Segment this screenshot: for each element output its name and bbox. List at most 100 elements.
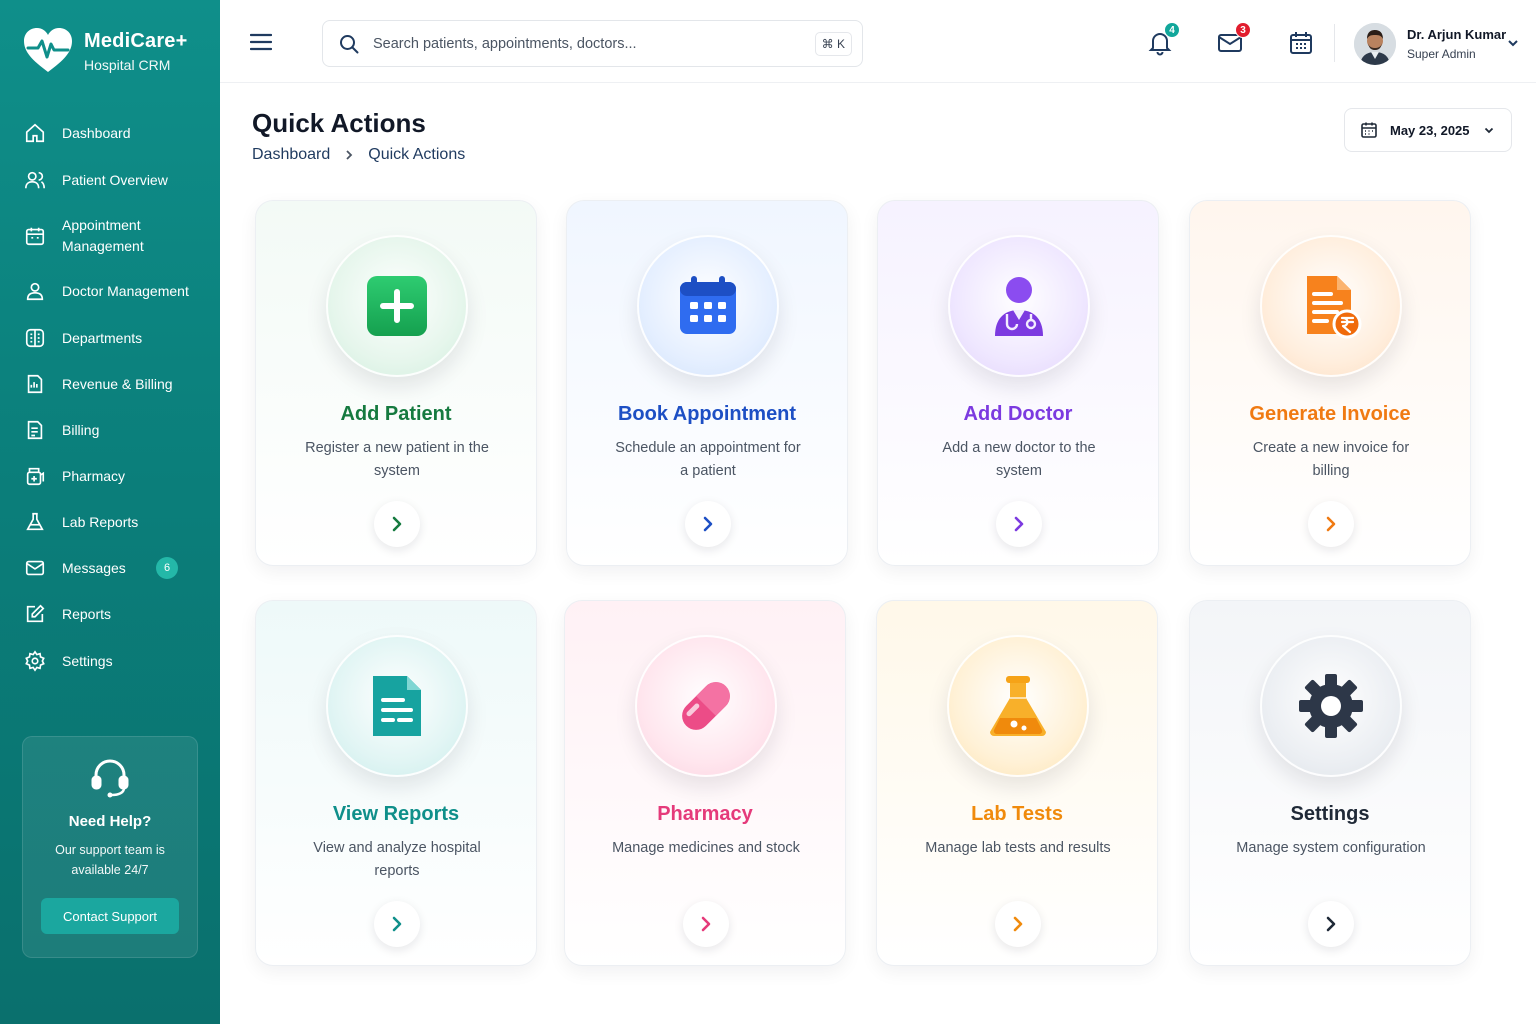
view-reports-arrow-button[interactable] (374, 901, 420, 947)
breadcrumb-current: Quick Actions (368, 146, 466, 163)
topbar-divider (1334, 24, 1335, 62)
headset-icon (91, 759, 129, 798)
document-icon (373, 676, 421, 736)
generate-invoice-card[interactable]: Generate Invoice Create a new invoice fo… (1189, 200, 1471, 566)
help-panel: Need Help? Our support team is available… (22, 736, 198, 958)
book-appointment-card[interactable]: Book Appointment Schedule an appointment… (566, 200, 848, 566)
flask-icon (26, 512, 44, 531)
avatar[interactable] (1354, 23, 1396, 65)
heart-pulse-icon (24, 28, 72, 72)
chevron-right-icon (1326, 916, 1336, 932)
sidebar-item-lab-reports[interactable]: Lab Reports (0, 511, 220, 533)
sidebar-item-billing[interactable]: Billing (0, 419, 220, 441)
card-title: View Reports (332, 803, 460, 825)
chevron-right-icon (1326, 516, 1336, 532)
chevron-right-icon (392, 916, 402, 932)
search-input[interactable] (373, 35, 793, 52)
page-title: Quick Actions (252, 108, 426, 138)
calendar-icon[interactable] (1288, 30, 1314, 56)
search-bar: ⌘ K (322, 20, 863, 67)
generate-invoice-arrow-button[interactable] (1308, 501, 1354, 547)
breadcrumb-dashboard-link[interactable]: Dashboard (252, 146, 330, 164)
calendar-icon (1361, 122, 1377, 138)
lab-tests-card[interactable]: Lab Tests Manage lab tests and results (876, 600, 1158, 966)
card-description: Manage medicines and stock (612, 840, 800, 856)
sidebar-item-settings[interactable]: Settings (0, 650, 220, 672)
invoice-icon (27, 420, 43, 440)
sidebar-item-revenue-billing[interactable]: Revenue & Billing (0, 373, 220, 395)
chevron-right-icon (1013, 916, 1023, 932)
calendar-icon (680, 276, 736, 334)
sidebar-item-patient-overview[interactable]: Patient Overview (0, 169, 220, 191)
user-role: Super Admin (1407, 47, 1476, 61)
add-patient-arrow-button[interactable] (374, 501, 420, 547)
chevron-down-icon[interactable] (1506, 36, 1520, 50)
sidebar-item-messages[interactable]: Messages 6 (0, 557, 220, 579)
help-title: Need Help? (68, 813, 152, 830)
card-title: Add Patient (340, 403, 452, 425)
pharmacy-arrow-button[interactable] (683, 901, 729, 947)
help-text: Our support team is available 24/7 (55, 843, 165, 877)
card-description: Schedule an appointment for a patient (615, 440, 801, 479)
card-description: View and analyze hospital reports (313, 840, 481, 879)
receipt-icon (27, 374, 43, 394)
book-appointment-arrow-button[interactable] (685, 501, 731, 547)
sidebar-item-label: Doctor Management (62, 282, 189, 299)
user-icon (26, 282, 44, 301)
view-reports-card[interactable]: View Reports View and analyze hospital r… (255, 600, 537, 966)
sidebar-item-label: Lab Reports (62, 513, 139, 530)
pharmacy-icon-circle (635, 635, 777, 777)
sidebar-item-departments[interactable]: Departments (0, 327, 220, 349)
brand-subtitle: Hospital CRM (84, 56, 171, 73)
settings-card[interactable]: Settings Manage system configuration (1189, 600, 1471, 966)
pill-icon (682, 682, 730, 730)
card-title: Book Appointment (617, 403, 797, 425)
building-icon (25, 328, 45, 348)
brand-name: MediCare+ (84, 29, 188, 52)
sidebar-item-doctor-management[interactable]: Doctor Management (0, 280, 220, 302)
users-icon (25, 171, 45, 189)
sidebar-item-label: Revenue & Billing (62, 375, 173, 392)
card-description: Register a new patient in the system (305, 440, 489, 479)
search-shortcut-hint: ⌘ K (814, 32, 852, 56)
sidebar-item-dashboard[interactable]: Dashboard (0, 122, 220, 144)
add-patient-card[interactable]: Add Patient Register a new patient in th… (255, 200, 537, 566)
selected-date: May 23, 2025 (1390, 122, 1470, 138)
card-title: Pharmacy (657, 803, 753, 825)
card-description: Manage system configuration (1236, 840, 1426, 856)
mail-icon (25, 560, 45, 576)
chevron-right-icon (701, 916, 711, 932)
settings-arrow-button[interactable] (1308, 901, 1354, 947)
card-title: Lab Tests (971, 803, 1063, 825)
generate-invoice-icon-circle (1260, 235, 1402, 377)
sidebar-item-appointment-management[interactable]: Appointment Management (0, 215, 220, 257)
messages-count-badge: 6 (156, 557, 178, 579)
chevron-down-icon (1484, 127, 1494, 134)
plus-icon (367, 276, 427, 336)
lab-tests-arrow-button[interactable] (995, 901, 1041, 947)
add-doctor-card[interactable]: Add Doctor Add a new doctor to the syste… (877, 200, 1159, 566)
top-bar: ⌘ K 4 3 Dr. Arjun Kumar Super Admin (220, 0, 1536, 83)
pharmacy-card[interactable]: Pharmacy Manage medicines and stock (564, 600, 846, 966)
card-description: Manage lab tests and results (925, 840, 1111, 856)
sidebar-item-pharmacy[interactable]: Pharmacy (0, 465, 220, 487)
menu-icon[interactable] (250, 32, 272, 52)
user-name: Dr. Arjun Kumar (1407, 27, 1507, 42)
card-description: Add a new doctor to the system (942, 440, 1096, 479)
view-reports-icon-circle (326, 635, 468, 777)
card-title: Generate Invoice (1249, 403, 1411, 425)
lab-tests-icon-circle (947, 635, 1089, 777)
contact-support-button[interactable]: Contact Support (41, 898, 179, 934)
sidebar-item-label: Patient Overview (62, 171, 168, 188)
settings-icon-circle (1260, 635, 1402, 777)
card-title: Add Doctor (963, 403, 1073, 425)
flask-icon (990, 676, 1046, 736)
gear-icon (25, 650, 45, 672)
sidebar-item-reports[interactable]: Reports (0, 603, 220, 625)
gear-icon (1299, 674, 1363, 738)
calendar-icon (25, 227, 45, 246)
date-picker[interactable]: May 23, 2025 (1344, 108, 1512, 152)
brand[interactable]: MediCare+ Hospital CRM (22, 26, 188, 76)
add-doctor-arrow-button[interactable] (996, 501, 1042, 547)
notifications-badge: 4 (1164, 22, 1180, 38)
